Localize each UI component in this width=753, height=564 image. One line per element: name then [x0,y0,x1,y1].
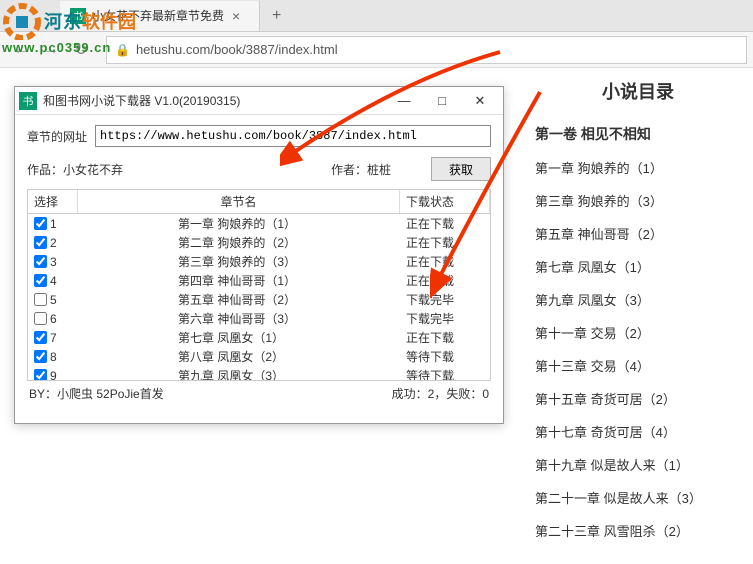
work-label: 作品： [27,161,63,178]
row-status: 等待下载 [400,347,490,366]
downloader-window: 书 和图书网小说下载器 V1.0(20190315) — □ ✕ 章节的网址 作… [14,86,504,424]
address-bar[interactable]: 🔒 hetushu.com/book/3887/index.html [106,36,747,64]
toc-item[interactable]: 第五章 神仙哥哥（2） [535,224,741,243]
maximize-button[interactable]: □ [423,88,461,114]
app-titlebar[interactable]: 书 和图书网小说下载器 V1.0(20190315) — □ ✕ [15,87,503,115]
row-number: 7 [50,331,57,345]
toc-item[interactable]: 第十五章 奇货可居（2） [535,389,741,408]
row-checkbox[interactable] [34,350,47,363]
row-number: 4 [50,274,57,288]
header-name[interactable]: 章节名 [78,190,400,213]
row-status: 下载完毕 [400,309,490,328]
row-chapter-name: 第三章 狗娘养的（3） [78,252,400,271]
toc-item[interactable]: 第三章 狗娘养的（3） [535,191,741,210]
row-checkbox[interactable] [34,236,47,249]
row-checkbox[interactable] [34,312,47,325]
row-number: 3 [50,255,57,269]
toc-item[interactable]: 第九章 凤凰女（3） [535,290,741,309]
watermark-brand2: 软件园 [82,8,136,34]
row-chapter-name: 第六章 神仙哥哥（3） [78,309,400,328]
toc-item[interactable]: 第一章 狗娘养的（1） [535,158,741,177]
watermark-url: www.pc0359.cn [2,40,136,55]
row-chapter-name: 第五章 神仙哥哥（2） [78,290,400,309]
watermark-logo: 河东 软件园 www.pc0359.cn [2,2,136,55]
chapter-row[interactable]: 9 第九章 凤凰女（3）等待下载 [28,366,490,381]
chapter-row[interactable]: 2 第二章 狗娘养的（2）正在下载 [28,233,490,252]
chapter-row[interactable]: 4 第四章 神仙哥哥（1）正在下载 [28,271,490,290]
header-select[interactable]: 选择 [28,190,78,213]
url-label: 章节的网址 [27,128,87,145]
author-label: 作者： [331,163,367,177]
watermark-brand1: 河东 [44,8,82,34]
row-checkbox[interactable] [34,217,47,230]
row-number: 6 [50,312,57,326]
close-button[interactable]: ✕ [461,88,499,114]
tab-close-icon[interactable]: × [232,8,240,24]
row-status: 正在下载 [400,214,490,233]
toc-volume: 第一卷 相见不相知 [535,124,741,144]
row-status: 正在下载 [400,271,490,290]
fetch-button[interactable]: 获取 [431,157,491,181]
row-status: 正在下载 [400,252,490,271]
row-checkbox[interactable] [34,369,47,381]
row-chapter-name: 第四章 神仙哥哥（1） [78,271,400,290]
row-status: 等待下载 [400,366,490,381]
row-chapter-name: 第九章 凤凰女（3） [78,366,400,381]
row-chapter-name: 第二章 狗娘养的（2） [78,233,400,252]
toc-item[interactable]: 第十一章 交易（2） [535,323,741,342]
toc-item[interactable]: 第二十一章 似是故人来（3） [535,488,741,507]
row-checkbox[interactable] [34,255,47,268]
toc-item[interactable]: 第二十三章 风雪阻杀（2） [535,521,741,540]
chapter-row[interactable]: 8 第八章 凤凰女（2）等待下载 [28,347,490,366]
author-name: 桩桩 [367,163,391,177]
chapter-row[interactable]: 6 第六章 神仙哥哥（3）下载完毕 [28,309,490,328]
row-checkbox[interactable] [34,293,47,306]
row-number: 1 [50,217,57,231]
row-number: 8 [50,350,57,364]
watermark-icon [2,2,44,40]
row-chapter-name: 第七章 凤凰女（1） [78,328,400,347]
app-title: 和图书网小说下载器 V1.0(20190315) [43,92,385,109]
row-number: 9 [50,369,57,382]
toc-item[interactable]: 第七章 凤凰女（1） [535,257,741,276]
chapter-list[interactable]: 选择 章节名 下载状态 1第一章 狗娘养的（1）正在下载2第二章 狗娘养的（2）… [27,189,491,381]
chapter-row[interactable]: 5 第五章 神仙哥哥（2）下载完毕 [28,290,490,309]
toc-item[interactable]: 第十三章 交易（4） [535,356,741,375]
address-text: hetushu.com/book/3887/index.html [136,42,338,57]
minimize-button[interactable]: — [385,88,423,114]
row-status: 下载完毕 [400,290,490,309]
row-number: 5 [50,293,57,307]
toc-title: 小说目录 [535,78,741,104]
toc-item[interactable]: 第十九章 似是故人来（1） [535,455,741,474]
chapter-row[interactable]: 7 第七章 凤凰女（1）正在下载 [28,328,490,347]
app-icon: 书 [19,92,37,110]
status-bar: BY：小爬虫 52PoJie首发 成功：2，失败：0 [27,381,491,402]
chapter-url-input[interactable] [95,125,491,147]
toc-item[interactable]: 第十七章 奇货可居（4） [535,422,741,441]
row-checkbox[interactable] [34,274,47,287]
work-name: 小女花不弃 [63,161,123,178]
row-number: 2 [50,236,57,250]
row-status: 正在下载 [400,328,490,347]
new-tab-button[interactable]: + [260,7,293,25]
footer-credit: BY：小爬虫 52PoJie首发 [29,385,164,402]
chapter-row[interactable]: 3 第三章 狗娘养的（3）正在下载 [28,252,490,271]
toc-panel: 小说目录 第一卷 相见不相知 第一章 狗娘养的（1） 第三章 狗娘养的（3） 第五章… [523,68,753,564]
row-checkbox[interactable] [34,331,47,344]
row-chapter-name: 第一章 狗娘养的（1） [78,214,400,233]
header-status[interactable]: 下载状态 [400,190,490,213]
row-status: 正在下载 [400,233,490,252]
chapter-row[interactable]: 1 第一章 狗娘养的（1）正在下载 [28,214,490,233]
footer-stats: 成功：2，失败：0 [392,385,489,402]
row-chapter-name: 第八章 凤凰女（2） [78,347,400,366]
list-header: 选择 章节名 下载状态 [28,190,490,214]
